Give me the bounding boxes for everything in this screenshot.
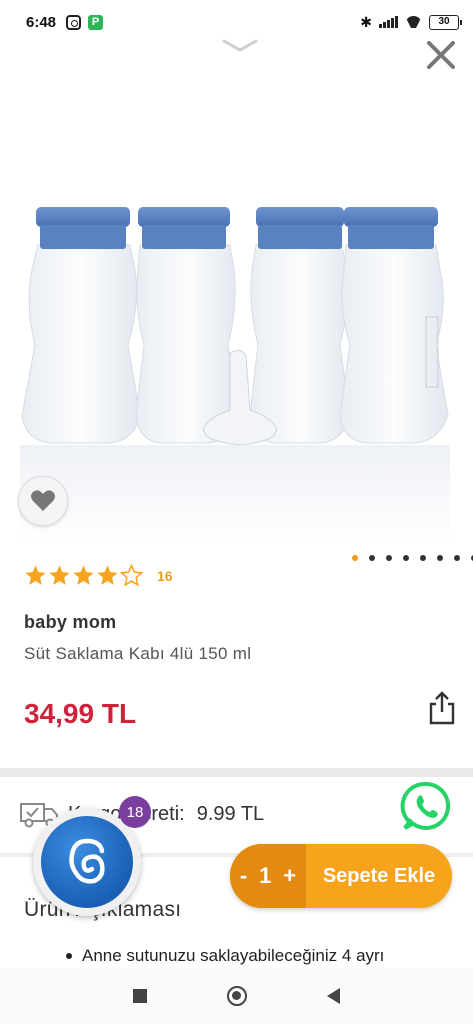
share-icon[interactable] <box>428 690 456 726</box>
quantity-stepper: - 1 + <box>230 844 306 908</box>
rating[interactable]: 16 <box>24 564 173 587</box>
section-divider <box>0 768 473 777</box>
bullet-icon <box>66 953 72 959</box>
description-item: Anne sutunuzu saklayabileceğiniz 4 ayrı <box>66 946 384 966</box>
decrement-button[interactable]: - <box>240 863 247 889</box>
rating-stars <box>24 564 143 587</box>
product-image[interactable] <box>0 195 473 545</box>
recents-button[interactable] <box>133 989 147 1003</box>
increment-button[interactable]: + <box>283 863 296 889</box>
product-name: Süt Saklama Kabı 4lü 150 ml <box>24 644 252 663</box>
pagination-dot[interactable] <box>369 555 375 561</box>
product-price: 34,99 TL <box>24 698 137 729</box>
pagination-dot[interactable] <box>454 555 460 561</box>
pagination-dot[interactable] <box>420 555 426 561</box>
pagination-dot[interactable] <box>437 555 443 561</box>
close-button[interactable] <box>424 38 458 72</box>
pagination-dot[interactable] <box>352 555 358 561</box>
chevron-down-icon[interactable] <box>222 38 258 54</box>
pagination-dot[interactable] <box>403 555 409 561</box>
star-filled-icon <box>97 565 118 585</box>
shipping-value: 9.99 TL <box>196 802 265 825</box>
instagram-icon <box>66 14 82 30</box>
add-to-cart-button[interactable]: Sepete Ekle <box>306 844 452 908</box>
signal-icon <box>379 16 398 28</box>
star-filled-icon <box>49 565 70 585</box>
review-count[interactable]: 16 <box>157 568 173 584</box>
quantity-value: 1 <box>259 863 272 888</box>
star-empty-icon <box>120 564 143 587</box>
assistant-logo-icon <box>41 816 133 908</box>
brand-name[interactable]: baby mom <box>24 612 116 633</box>
cart-bar: - 1 + Sepete Ekle <box>230 844 452 908</box>
bluetooth-icon: ✱ <box>360 13 372 30</box>
whatsapp-icon[interactable] <box>400 780 452 832</box>
favorite-button[interactable] <box>18 476 68 526</box>
star-filled-icon <box>73 565 94 585</box>
back-button[interactable] <box>327 988 340 1004</box>
app-notification-icon: P <box>88 14 104 30</box>
swirl-icon <box>69 838 105 884</box>
star-filled-icon <box>25 565 46 585</box>
heart-icon <box>31 490 55 511</box>
image-pagination[interactable] <box>352 555 473 561</box>
notification-badge: 18 <box>119 796 151 828</box>
battery-icon: 30 <box>429 14 462 30</box>
pagination-dot[interactable] <box>386 555 392 561</box>
description-item-text: Anne sutunuzu saklayabileceğiniz 4 ayrı <box>82 946 385 965</box>
wifi-icon <box>405 16 422 28</box>
system-nav-bar <box>0 968 473 1024</box>
status-time: 6:48 <box>26 13 57 31</box>
home-button[interactable] <box>227 986 247 1006</box>
